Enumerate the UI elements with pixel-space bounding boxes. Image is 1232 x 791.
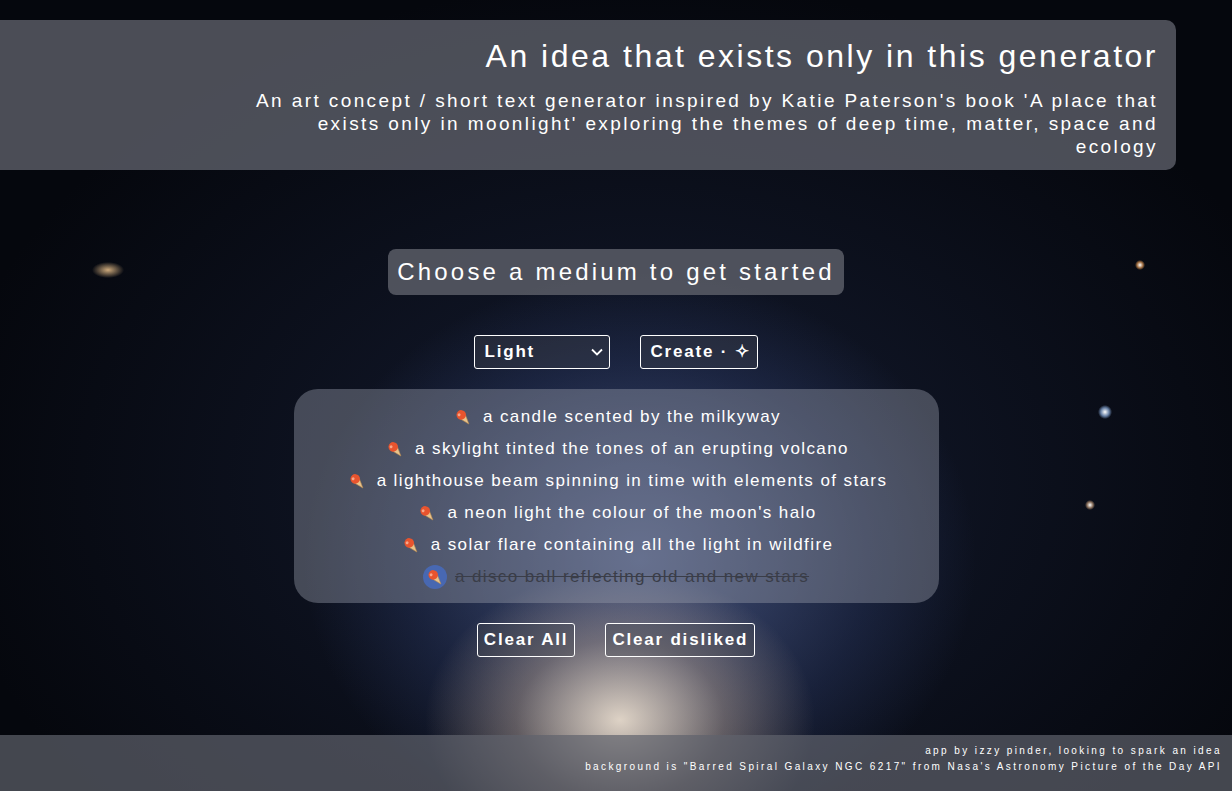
page-title: An idea that exists only in this generat… (18, 38, 1158, 75)
idea-item: a candle scented by the milkyway (304, 401, 929, 433)
idea-item: a neon light the colour of the moon's ha… (304, 497, 929, 529)
idea-text: a lighthouse beam spinning in time with … (377, 468, 888, 494)
clear-all-button[interactable]: Clear All (477, 623, 576, 657)
ice-cream-icon (416, 502, 438, 524)
dislike-toggle[interactable] (399, 533, 423, 557)
controls: Light Create · ✧ (0, 335, 1232, 369)
footer-line: app by izzy pinder, looking to spark an … (0, 743, 1222, 759)
ice-cream-icon (424, 566, 446, 588)
page-subtitle: An art concept / short text generator in… (18, 89, 1158, 159)
idea-text: a candle scented by the milkyway (483, 404, 781, 430)
idea-item: a skylight tinted the tones of an erupti… (304, 433, 929, 465)
dislike-toggle[interactable] (415, 501, 439, 525)
ice-cream-icon (384, 438, 406, 460)
page: An idea that exists only in this generat… (0, 0, 1232, 791)
ice-cream-icon (346, 470, 368, 492)
ideas-list: a candle scented by the milkyway a skylig… (294, 389, 939, 603)
create-button[interactable]: Create · ✧ (640, 335, 757, 369)
ice-cream-icon (400, 534, 422, 556)
list-actions: Clear All Clear disliked (0, 623, 1232, 657)
prompt-label: Choose a medium to get started (388, 249, 844, 294)
idea-item: a disco ball reflecting old and new star… (304, 561, 929, 593)
footer: app by izzy pinder, looking to spark an … (0, 735, 1232, 791)
dislike-toggle[interactable] (345, 469, 369, 493)
medium-select[interactable]: Light (474, 335, 610, 369)
dislike-toggle[interactable] (451, 405, 475, 429)
ice-cream-icon (452, 406, 474, 428)
header-panel: An idea that exists only in this generat… (0, 20, 1176, 170)
idea-text: a skylight tinted the tones of an erupti… (415, 436, 849, 462)
chevron-icon (591, 348, 603, 356)
dislike-toggle[interactable] (423, 565, 447, 589)
footer-line: background is "Barred Spiral Galaxy NGC … (0, 759, 1222, 775)
idea-item: a solar flare containing all the light i… (304, 529, 929, 561)
idea-text: a neon light the colour of the moon's ha… (447, 500, 816, 526)
idea-item: a lighthouse beam spinning in time with … (304, 465, 929, 497)
idea-text: a solar flare containing all the light i… (431, 532, 834, 558)
medium-value: Light (484, 339, 535, 365)
idea-text: a disco ball reflecting old and new star… (455, 564, 809, 590)
dislike-toggle[interactable] (383, 437, 407, 461)
clear-disliked-button[interactable]: Clear disliked (605, 623, 755, 657)
